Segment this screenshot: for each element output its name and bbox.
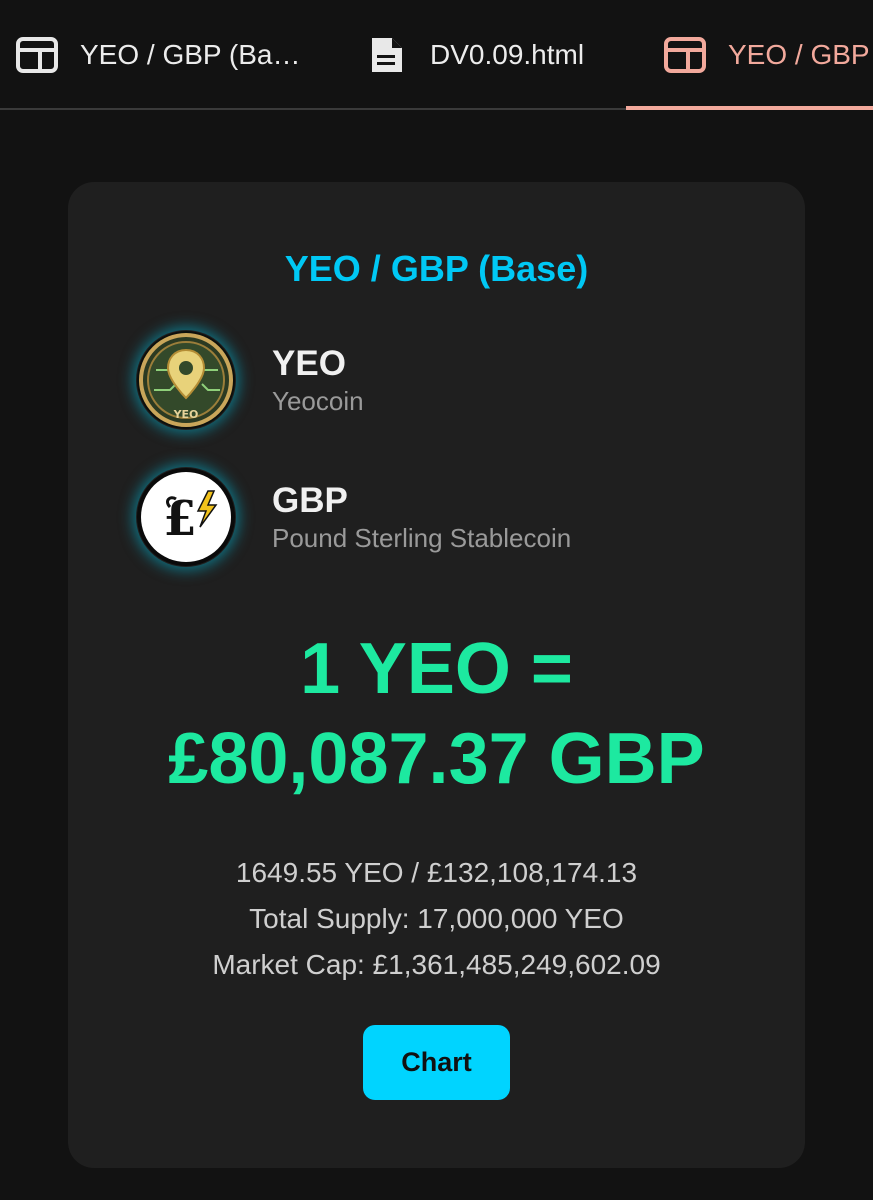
base-token-name: Yeocoin [272, 386, 364, 416]
quote-token-logo: £ [136, 467, 236, 567]
pound-lightning-icon: £ [137, 468, 235, 566]
pair-title: YEO / GBP (Base) [284, 248, 589, 289]
quote-token-row: £ GBP Pound Sterling Stablecoin [136, 467, 571, 567]
base-token-logo: YEO [136, 330, 236, 430]
quote-token-name: Pound Sterling Stablecoin [272, 523, 572, 553]
browser-window-icon [664, 37, 706, 73]
document-icon [372, 38, 402, 72]
tab-dv-html[interactable]: DV0.09.html [366, 0, 606, 110]
tab-yeo-gbp-active[interactable]: YEO / GBP [626, 0, 873, 110]
tab-label: DV0.09.html [430, 39, 585, 70]
total-supply-text: Total Supply: 17,000,000 YEO [249, 903, 624, 934]
location-pin-coin-icon: YEO [137, 331, 235, 429]
tab-bar: YEO / GBP (Ba… DV0.09.html YEO / GBP [0, 0, 873, 110]
tab-yeo-gbp-base[interactable]: YEO / GBP (Ba… [16, 0, 316, 110]
quote-token-text: GBP Pound Sterling Stablecoin [272, 480, 571, 554]
quote-token-symbol: GBP [272, 481, 348, 520]
browser-window-icon [16, 37, 58, 73]
tab-label: YEO / GBP (Ba… [80, 39, 301, 70]
base-token-row: YEO YEO Yeocoin [136, 330, 364, 430]
tab-label: YEO / GBP [728, 39, 870, 70]
exchange-rate-line-2: £80,087.37 GBP [168, 719, 705, 799]
chart-button[interactable]: Chart [363, 1025, 510, 1100]
base-token-symbol: YEO [272, 344, 346, 383]
pair-stats: 1649.55 YEO / £132,108,174.13 Total Supp… [0, 850, 873, 988]
reserves-text: 1649.55 YEO / £132,108,174.13 [235, 857, 638, 888]
exchange-rate-line-1: 1 YEO = [300, 629, 573, 709]
exchange-rate: 1 YEO = £80,087.37 GBP [0, 624, 873, 804]
market-cap-text: Market Cap: £1,361,485,249,602.09 [212, 949, 661, 980]
svg-text:YEO: YEO [173, 408, 199, 421]
base-token-text: YEO Yeocoin [272, 343, 364, 417]
